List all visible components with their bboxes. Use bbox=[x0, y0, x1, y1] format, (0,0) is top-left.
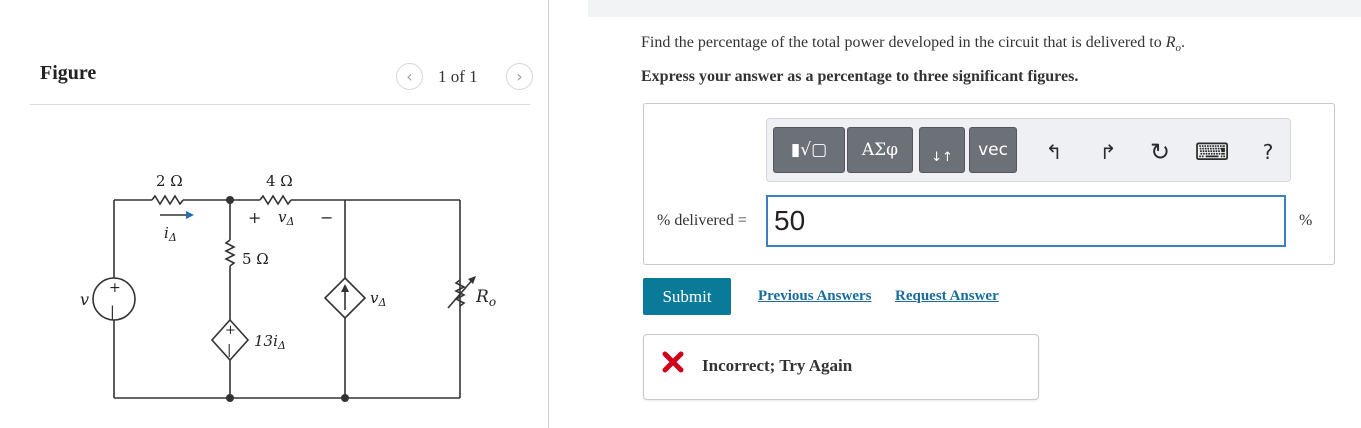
circuit-diagram: 2 Ω 4 Ω 5 Ω iΔ + vΔ − + | v + | 13iΔ vΔ … bbox=[80, 172, 496, 402]
templates-icon: ▮√▢ bbox=[790, 140, 828, 160]
v-delta-minus: − bbox=[320, 208, 333, 227]
answer-label: % delivered = bbox=[657, 212, 747, 229]
help-button[interactable]: ? bbox=[1255, 139, 1281, 165]
previous-answers-link[interactable]: Previous Answers bbox=[758, 288, 871, 305]
dep-v-sub: Δ bbox=[277, 339, 286, 352]
question-instruction: Express your answer as a percentage to t… bbox=[641, 68, 1079, 85]
feedback-message: Incorrect; Try Again bbox=[702, 356, 853, 375]
ro-arrow bbox=[447, 277, 475, 309]
r2-label: 4 Ω bbox=[266, 172, 293, 190]
greek-symbols-button[interactable]: ΑΣφ bbox=[847, 127, 913, 173]
keyboard-button[interactable]: ⌨ bbox=[1195, 138, 1230, 166]
v-delta-sub: Δ bbox=[285, 215, 294, 228]
help-icon: ? bbox=[1262, 140, 1274, 164]
resistor-5ohm bbox=[224, 239, 236, 267]
source-plus: + bbox=[109, 280, 121, 296]
resistor-2ohm bbox=[151, 194, 184, 206]
next-figure-button[interactable]: › bbox=[506, 63, 533, 90]
ro-label: R bbox=[475, 287, 489, 307]
feedback-box: Incorrect; Try Again bbox=[643, 334, 1039, 400]
r3-label: 5 Ω bbox=[242, 250, 269, 268]
undo-icon: ↰ bbox=[1045, 140, 1063, 164]
node-dot bbox=[226, 196, 234, 204]
incorrect-x-icon bbox=[662, 351, 684, 373]
math-toolbar: ▮√▢ ΑΣφ ↓↑ vec ↰ ↱ ↻ ⌨ ? bbox=[766, 118, 1291, 182]
i-delta-arrowhead bbox=[186, 211, 194, 219]
answer-input[interactable]: 50 bbox=[766, 195, 1286, 247]
svg-text:iΔ: iΔ bbox=[164, 224, 177, 244]
vector-button[interactable]: vec bbox=[969, 127, 1017, 173]
subscript-superscript-button[interactable]: ↓↑ bbox=[919, 127, 965, 173]
submit-button[interactable]: Submit bbox=[643, 278, 731, 315]
redo-button[interactable]: ↱ bbox=[1095, 139, 1121, 165]
request-answer-link[interactable]: Request Answer bbox=[895, 288, 999, 305]
answer-unit: % bbox=[1299, 212, 1313, 229]
figure-header-divider bbox=[30, 104, 530, 105]
svg-text:vΔ: vΔ bbox=[278, 208, 294, 228]
node-dot bbox=[341, 394, 349, 402]
svg-text:Ro: Ro bbox=[475, 287, 496, 309]
chevron-left-icon: ‹ bbox=[406, 67, 413, 86]
i-delta-sub: Δ bbox=[168, 231, 177, 244]
prev-figure-button[interactable]: ‹ bbox=[396, 63, 423, 90]
chevron-right-icon: › bbox=[516, 67, 523, 86]
redo-icon: ↱ bbox=[1099, 140, 1117, 164]
panel-divider bbox=[548, 0, 549, 428]
source-v-label: v bbox=[80, 290, 89, 309]
vec-icon: vec bbox=[978, 140, 1008, 160]
top-strip bbox=[588, 0, 1361, 17]
figure-panel: Figure ‹ 1 of 1 › 2 Ω 4 Ω 5 Ω iΔ + vΔ − … bbox=[0, 0, 548, 428]
dep-v-label: 13i bbox=[254, 332, 278, 350]
reset-icon: ↻ bbox=[1149, 138, 1171, 166]
prompt-var: R bbox=[1165, 34, 1176, 51]
node-dot bbox=[226, 394, 234, 402]
dep-v-plus: + bbox=[225, 323, 236, 338]
arrows-icon: ↓↑ bbox=[931, 149, 953, 165]
ro-sub: o bbox=[489, 295, 496, 309]
dep-v-minus: | bbox=[227, 343, 231, 358]
reset-button[interactable]: ↻ bbox=[1147, 138, 1173, 166]
svg-text:13iΔ: 13iΔ bbox=[254, 332, 286, 352]
question-prompt: Find the percentage of the total power d… bbox=[641, 34, 1185, 55]
source-minus: | bbox=[110, 304, 115, 320]
greek-icon: ΑΣφ bbox=[861, 140, 899, 160]
r1-label: 2 Ω bbox=[156, 172, 183, 190]
resistor-4ohm bbox=[259, 194, 292, 206]
cs-arrowhead bbox=[341, 284, 349, 292]
figure-count: 1 of 1 bbox=[438, 67, 478, 86]
v-delta-plus: + bbox=[248, 208, 261, 227]
templates-button[interactable]: ▮√▢ bbox=[773, 127, 845, 173]
undo-button[interactable]: ↰ bbox=[1041, 139, 1067, 165]
keyboard-icon: ⌨ bbox=[1194, 138, 1230, 166]
svg-text:vΔ: vΔ bbox=[370, 289, 386, 309]
dep-i-sub: Δ bbox=[377, 296, 386, 309]
figure-title: Figure bbox=[40, 62, 97, 84]
